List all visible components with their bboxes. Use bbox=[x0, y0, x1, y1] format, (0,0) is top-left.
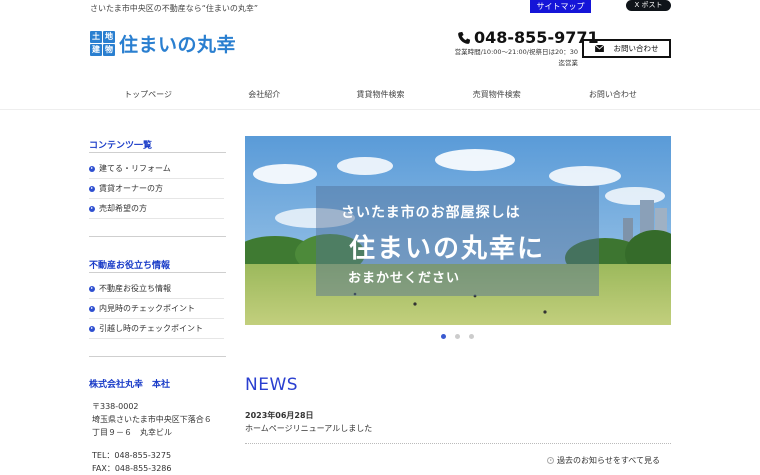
company-fax: FAX：048-855-3286 bbox=[92, 464, 172, 473]
sidebar-item-label: 賃貸オーナーの方 bbox=[99, 184, 163, 193]
hero-caption-line1: さいたま市のお部屋探しは bbox=[341, 205, 521, 221]
sidebar-item-label: 引越し時のチェックポイント bbox=[99, 324, 203, 333]
sidebar-item-rental-owner[interactable]: 賃貸オーナーの方 bbox=[89, 179, 224, 199]
phone-number: 048-855-9771 bbox=[474, 28, 599, 47]
arrow-circle-icon bbox=[89, 165, 95, 172]
news-archive-link[interactable]: 過去のお知らせをすべて見る bbox=[547, 455, 660, 466]
sidebar-item-tips[interactable]: 不動産お役立ち情報 bbox=[89, 279, 224, 299]
phone-block[interactable]: 048-855-9771 bbox=[457, 28, 599, 47]
news-archive-label: 過去のお知らせをすべて見る bbox=[557, 456, 660, 465]
nav-item-rental-search[interactable]: 賃貸物件検索 bbox=[322, 83, 438, 107]
arrow-circle-icon bbox=[547, 457, 554, 464]
sidebar-item-label: 売却希望の方 bbox=[99, 204, 147, 213]
arrow-circle-icon bbox=[89, 305, 95, 312]
arrow-circle-icon bbox=[89, 205, 95, 212]
company-name: 株式会社丸幸 本社 bbox=[89, 380, 171, 390]
nav-item-sale-search[interactable]: 売買物件検索 bbox=[439, 83, 555, 107]
hero-caption-line2: 住まいの丸幸に bbox=[349, 234, 546, 264]
sidebar-divider bbox=[89, 272, 226, 273]
slider-pagination bbox=[441, 334, 474, 339]
sidebar-divider bbox=[89, 236, 226, 237]
contact-button-label: お問い合わせ bbox=[613, 44, 659, 53]
company-address: 〒338-0002 埼玉県さいたま市中央区下落合６ 丁目９－６ 丸幸ビル bbox=[92, 400, 228, 439]
sidebar-item-build-reform[interactable]: 建てる・リフォーム bbox=[89, 159, 224, 179]
logo-badge-char: 物 bbox=[103, 44, 115, 56]
sidebar-item-sell[interactable]: 売却希望の方 bbox=[89, 199, 224, 219]
nav-item-top[interactable]: トップページ bbox=[90, 83, 206, 107]
slider-dot[interactable] bbox=[441, 334, 446, 339]
news-item-link[interactable]: ホームページリニューアルしました bbox=[245, 423, 372, 434]
sidebar-item-label: 不動産お役立ち情報 bbox=[99, 284, 171, 293]
nav-item-contact[interactable]: お問い合わせ bbox=[555, 83, 671, 107]
slider-dot[interactable] bbox=[455, 334, 460, 339]
postal-code: 〒338-0002 bbox=[92, 402, 139, 411]
arrow-circle-icon bbox=[89, 185, 95, 192]
site-logo[interactable]: 土 地 建 物 住まいの丸幸 bbox=[90, 30, 236, 57]
sidebar-item-moving-checkpoints[interactable]: 引越し時のチェックポイント bbox=[89, 319, 224, 339]
news-divider bbox=[245, 443, 671, 444]
business-hours: 営業時間/10:00～21:00/祝祭日は20：30迄営業 bbox=[454, 48, 578, 67]
arrow-circle-icon bbox=[89, 285, 95, 292]
arrow-circle-icon bbox=[89, 325, 95, 332]
sidebar-item-label: 内見時のチェックポイント bbox=[99, 304, 195, 313]
hero-caption-line3: おまかせください bbox=[348, 271, 461, 286]
address-line: 丁目９－６ 丸幸ビル bbox=[92, 428, 172, 437]
news-date: 2023年06月28日 bbox=[245, 411, 314, 420]
company-tel: TEL：048-855-3275 bbox=[92, 451, 172, 460]
sitemap-link[interactable]: サイトマップ bbox=[530, 0, 591, 13]
sidebar-contents-title: コンテンツ一覧 bbox=[89, 141, 153, 151]
logo-badge: 土 地 建 物 bbox=[90, 31, 115, 56]
news-heading: NEWS bbox=[245, 375, 299, 395]
sidebar-item-viewing-checkpoints[interactable]: 内見時のチェックポイント bbox=[89, 299, 224, 319]
contact-button[interactable]: お問い合わせ bbox=[582, 39, 671, 58]
sidebar-tips-title: 不動産お役立ち情報 bbox=[89, 261, 171, 271]
phone-icon bbox=[458, 31, 471, 44]
logo-badge-char: 建 bbox=[90, 44, 102, 56]
global-nav: トップページ 会社紹介 賃貸物件検索 売買物件検索 お問い合わせ bbox=[90, 83, 671, 107]
sidebar-item-label: 建てる・リフォーム bbox=[99, 164, 171, 173]
x-post-button[interactable]: X ポスト bbox=[626, 0, 671, 11]
logo-text: 住まいの丸幸 bbox=[119, 34, 237, 56]
slider-dot[interactable] bbox=[469, 334, 474, 339]
hero-slider[interactable]: さいたま市のお部屋探しは 住まいの丸幸に おまかせください bbox=[245, 136, 671, 325]
logo-badge-char: 土 bbox=[90, 31, 102, 43]
logo-badge-char: 地 bbox=[103, 31, 115, 43]
address-line: 埼玉県さいたま市中央区下落合６ bbox=[92, 415, 212, 424]
sidebar-divider bbox=[89, 356, 226, 357]
sidebar-divider bbox=[89, 152, 226, 153]
mail-icon bbox=[594, 45, 604, 52]
nav-item-company[interactable]: 会社紹介 bbox=[206, 83, 322, 107]
company-contact-numbers: TEL：048-855-3275 FAX：048-855-3286 bbox=[92, 449, 172, 475]
site-tagline: さいたま市中央区の不動産なら“住まいの丸幸” bbox=[90, 4, 259, 13]
nav-divider bbox=[0, 109, 760, 110]
